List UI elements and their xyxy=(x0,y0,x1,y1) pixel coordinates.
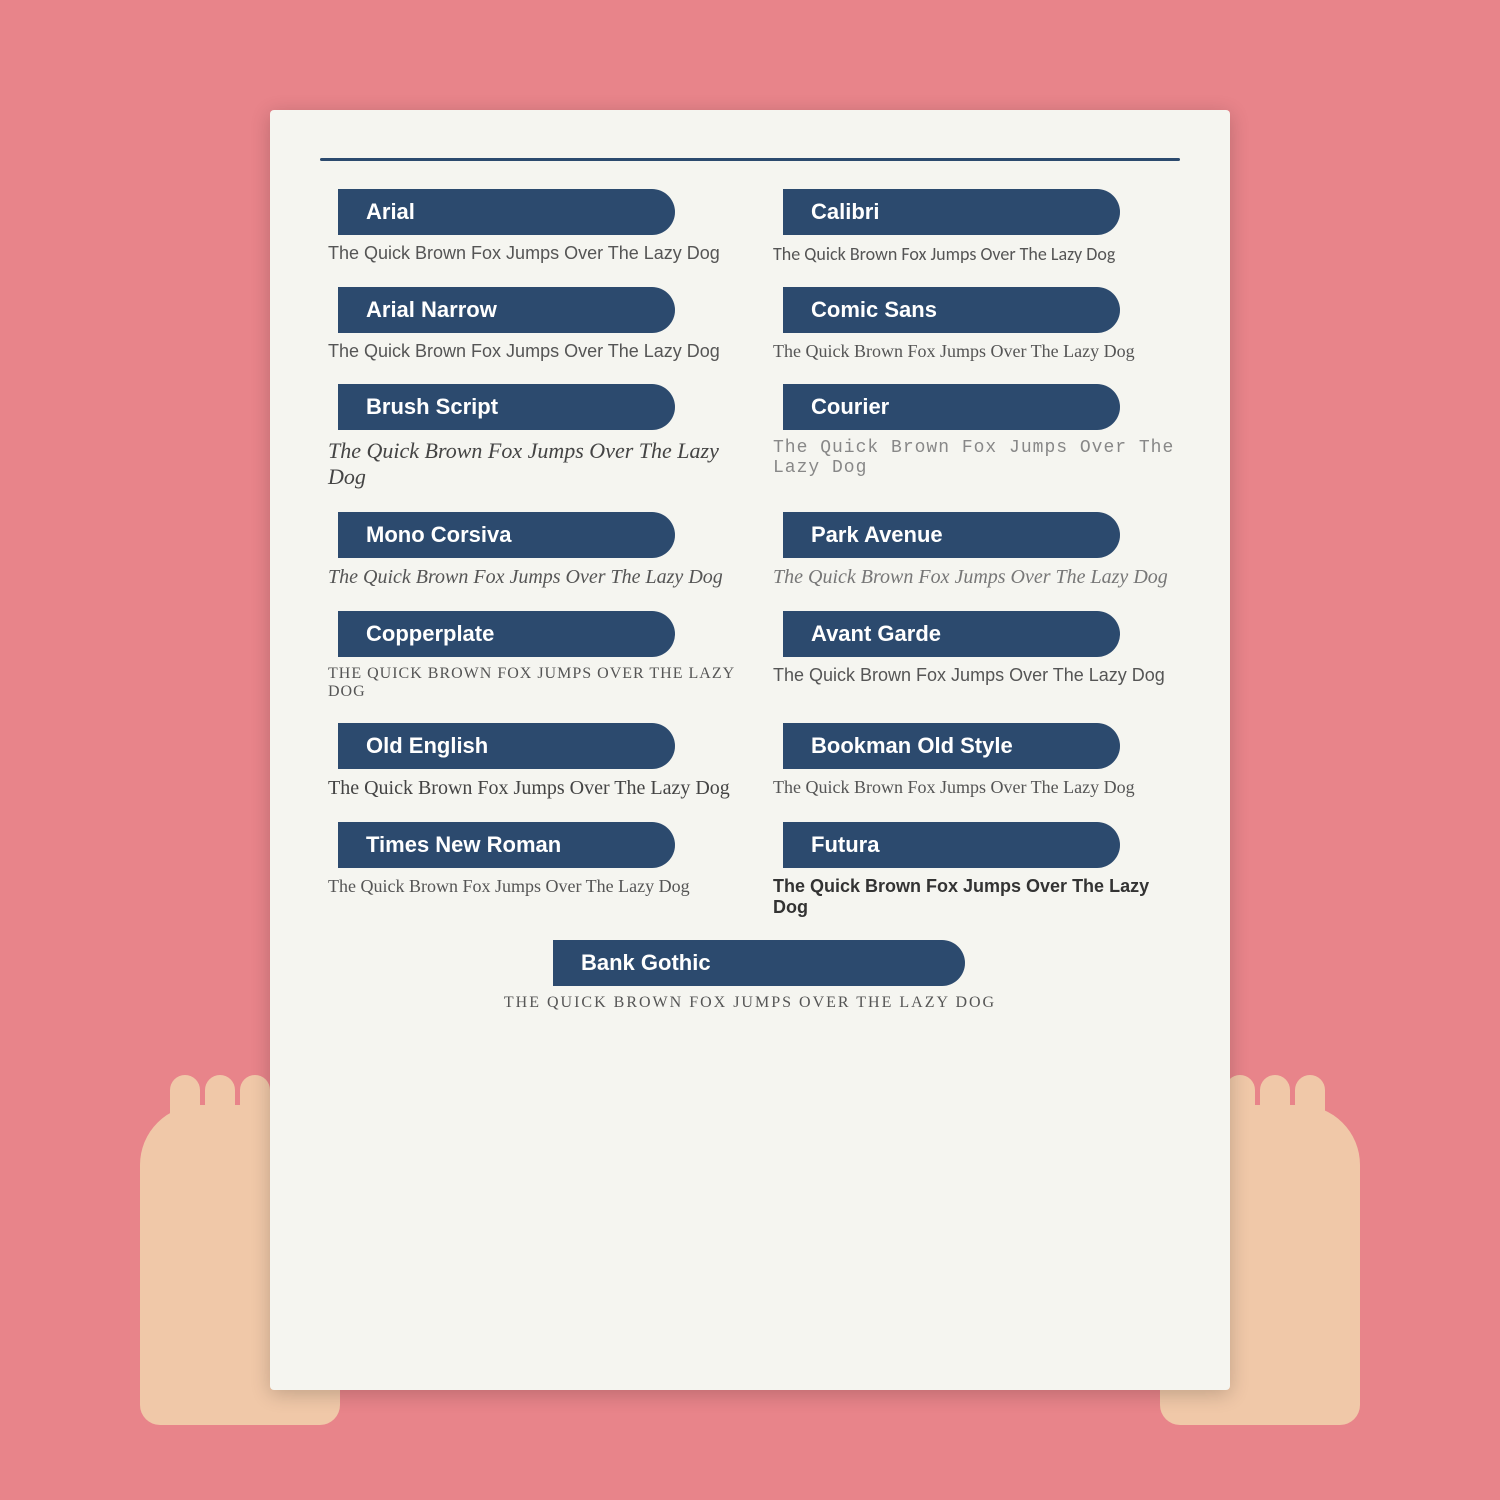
font-banner-wrap-mono-corsiva: Mono Corsiva xyxy=(320,512,735,558)
font-entry-arial: Arial The Quick Brown Fox Jumps Over The… xyxy=(320,189,735,265)
font-banner-copperplate: Copperplate xyxy=(338,611,675,657)
font-chart-card: Arial The Quick Brown Fox Jumps Over The… xyxy=(270,110,1230,1390)
font-banner-arial-narrow: Arial Narrow xyxy=(338,287,675,333)
font-entry-old-english: Old English The Quick Brown Fox Jumps Ov… xyxy=(320,723,735,800)
font-banner-wrap-times-new-roman: Times New Roman xyxy=(320,822,735,868)
font-entry-park-avenue: Park Avenue The Quick Brown Fox Jumps Ov… xyxy=(765,512,1180,589)
font-entry-bookman: Bookman Old Style The Quick Brown Fox Ju… xyxy=(765,723,1180,800)
font-banner-courier: Courier xyxy=(783,384,1120,430)
font-banner-times-new-roman: Times New Roman xyxy=(338,822,675,868)
fonts-grid: Arial The Quick Brown Fox Jumps Over The… xyxy=(320,189,1180,940)
font-banner-wrap-futura: Futura xyxy=(765,822,1180,868)
font-sample-calibri: The Quick Brown Fox Jumps Over The Lazy … xyxy=(765,243,1180,265)
font-banner-wrap-park-avenue: Park Avenue xyxy=(765,512,1180,558)
title-divider xyxy=(320,158,1180,161)
hands-container: Arial The Quick Brown Fox Jumps Over The… xyxy=(200,75,1300,1425)
font-banner-futura: Futura xyxy=(783,822,1120,868)
font-banner-wrap-comic-sans: Comic Sans xyxy=(765,287,1180,333)
font-sample-arial-narrow: The Quick Brown Fox Jumps Over The Lazy … xyxy=(320,341,735,362)
font-banner-bank-gothic: Bank Gothic xyxy=(553,940,965,986)
font-banner-wrap-brush-script: Brush Script xyxy=(320,384,735,430)
font-sample-mono-corsiva: The Quick Brown Fox Jumps Over The Lazy … xyxy=(320,566,735,589)
font-banner-wrap-old-english: Old English xyxy=(320,723,735,769)
font-sample-arial: The Quick Brown Fox Jumps Over The Lazy … xyxy=(320,243,735,264)
font-entry-mono-corsiva: Mono Corsiva The Quick Brown Fox Jumps O… xyxy=(320,512,735,589)
font-banner-wrap-arial-narrow: Arial Narrow xyxy=(320,287,735,333)
font-banner-mono-corsiva: Mono Corsiva xyxy=(338,512,675,558)
font-banner-comic-sans: Comic Sans xyxy=(783,287,1120,333)
font-banner-wrap-bank-gothic: Bank Gothic xyxy=(535,940,965,986)
font-sample-courier: The Quick Brown Fox Jumps Over The Lazy … xyxy=(765,438,1180,478)
font-banner-calibri: Calibri xyxy=(783,189,1120,235)
font-sample-futura: The Quick Brown Fox Jumps Over The Lazy … xyxy=(765,876,1180,918)
font-sample-bank-gothic: The Quick Brown Fox Jumps Over The Lazy … xyxy=(504,994,996,1012)
font-entry-bank-gothic: Bank Gothic The Quick Brown Fox Jumps Ov… xyxy=(320,940,1180,1012)
font-sample-times-new-roman: The Quick Brown Fox Jumps Over The Lazy … xyxy=(320,876,735,897)
font-entry-calibri: Calibri The Quick Brown Fox Jumps Over T… xyxy=(765,189,1180,265)
font-banner-wrap-avant-garde: Avant Garde xyxy=(765,611,1180,657)
font-banner-bookman: Bookman Old Style xyxy=(783,723,1120,769)
font-banner-wrap-arial: Arial xyxy=(320,189,735,235)
font-entry-times-new-roman: Times New Roman The Quick Brown Fox Jump… xyxy=(320,822,735,918)
font-entry-arial-narrow: Arial Narrow The Quick Brown Fox Jumps O… xyxy=(320,287,735,362)
font-banner-brush-script: Brush Script xyxy=(338,384,675,430)
font-banner-wrap-bookman: Bookman Old Style xyxy=(765,723,1180,769)
font-sample-copperplate: The Quick Brown Fox Jumps Over The Lazy … xyxy=(320,665,735,701)
last-font-grid: Bank Gothic The Quick Brown Fox Jumps Ov… xyxy=(320,940,1180,1034)
font-entry-copperplate: Copperplate The Quick Brown Fox Jumps Ov… xyxy=(320,611,735,701)
font-banner-wrap-copperplate: Copperplate xyxy=(320,611,735,657)
font-entry-courier: Courier The Quick Brown Fox Jumps Over T… xyxy=(765,384,1180,490)
font-banner-wrap-courier: Courier xyxy=(765,384,1180,430)
font-sample-avant-garde: The Quick Brown Fox Jumps Over The Lazy … xyxy=(765,665,1180,686)
font-banner-avant-garde: Avant Garde xyxy=(783,611,1120,657)
font-sample-brush-script: The Quick Brown Fox Jumps Over The Lazy … xyxy=(320,438,735,490)
font-banner-park-avenue: Park Avenue xyxy=(783,512,1120,558)
font-banner-wrap-calibri: Calibri xyxy=(765,189,1180,235)
font-banner-arial: Arial xyxy=(338,189,675,235)
font-entry-brush-script: Brush Script The Quick Brown Fox Jumps O… xyxy=(320,384,735,490)
font-sample-old-english: The Quick Brown Fox Jumps Over The Lazy … xyxy=(320,777,735,800)
font-banner-old-english: Old English xyxy=(338,723,675,769)
font-sample-comic-sans: The Quick Brown Fox Jumps Over The Lazy … xyxy=(765,341,1180,362)
font-sample-park-avenue: The Quick Brown Fox Jumps Over The Lazy … xyxy=(765,566,1180,589)
font-entry-futura: Futura The Quick Brown Fox Jumps Over Th… xyxy=(765,822,1180,918)
font-sample-bookman: The Quick Brown Fox Jumps Over The Lazy … xyxy=(765,777,1180,798)
font-entry-comic-sans: Comic Sans The Quick Brown Fox Jumps Ove… xyxy=(765,287,1180,362)
font-entry-avant-garde: Avant Garde The Quick Brown Fox Jumps Ov… xyxy=(765,611,1180,701)
